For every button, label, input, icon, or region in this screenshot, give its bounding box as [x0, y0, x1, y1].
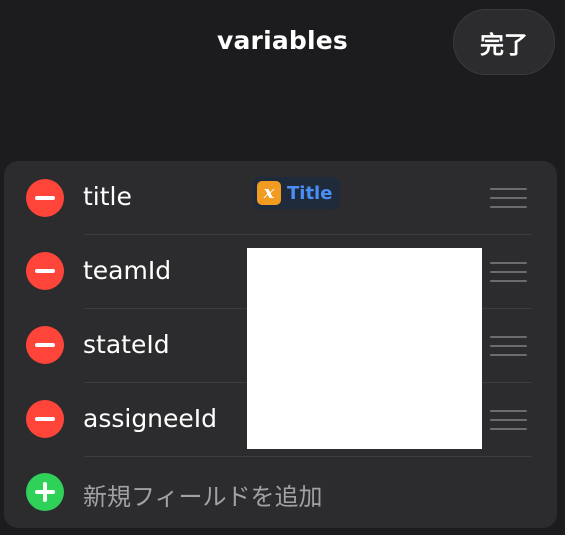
- add-circle-icon[interactable]: [26, 473, 64, 511]
- field-key[interactable]: assigneeId: [83, 404, 217, 433]
- drag-handle-icon[interactable]: [490, 262, 527, 282]
- remove-circle-icon[interactable]: [26, 326, 64, 364]
- variable-name: Title: [287, 182, 333, 204]
- field-key[interactable]: title: [83, 182, 132, 211]
- variable-x-icon: x: [257, 181, 281, 205]
- variable-token[interactable]: x Title: [253, 177, 341, 209]
- remove-circle-icon[interactable]: [26, 400, 64, 438]
- add-field-label[interactable]: 新規フィールドを追加: [83, 477, 323, 512]
- field-key[interactable]: teamId: [83, 256, 171, 285]
- remove-circle-icon[interactable]: [26, 252, 64, 290]
- add-field-row[interactable]: 新規フィールドを追加: [4, 457, 557, 528]
- drag-handle-icon[interactable]: [490, 188, 527, 208]
- drag-handle-icon[interactable]: [490, 336, 527, 356]
- navigation-bar: variables 完了: [0, 0, 565, 90]
- done-button[interactable]: 完了: [453, 9, 555, 75]
- redaction-box: [247, 248, 482, 449]
- remove-circle-icon[interactable]: [26, 179, 64, 217]
- field-key[interactable]: stateId: [83, 330, 170, 359]
- field-row-title: title x Title: [4, 161, 557, 235]
- drag-handle-icon[interactable]: [490, 410, 527, 430]
